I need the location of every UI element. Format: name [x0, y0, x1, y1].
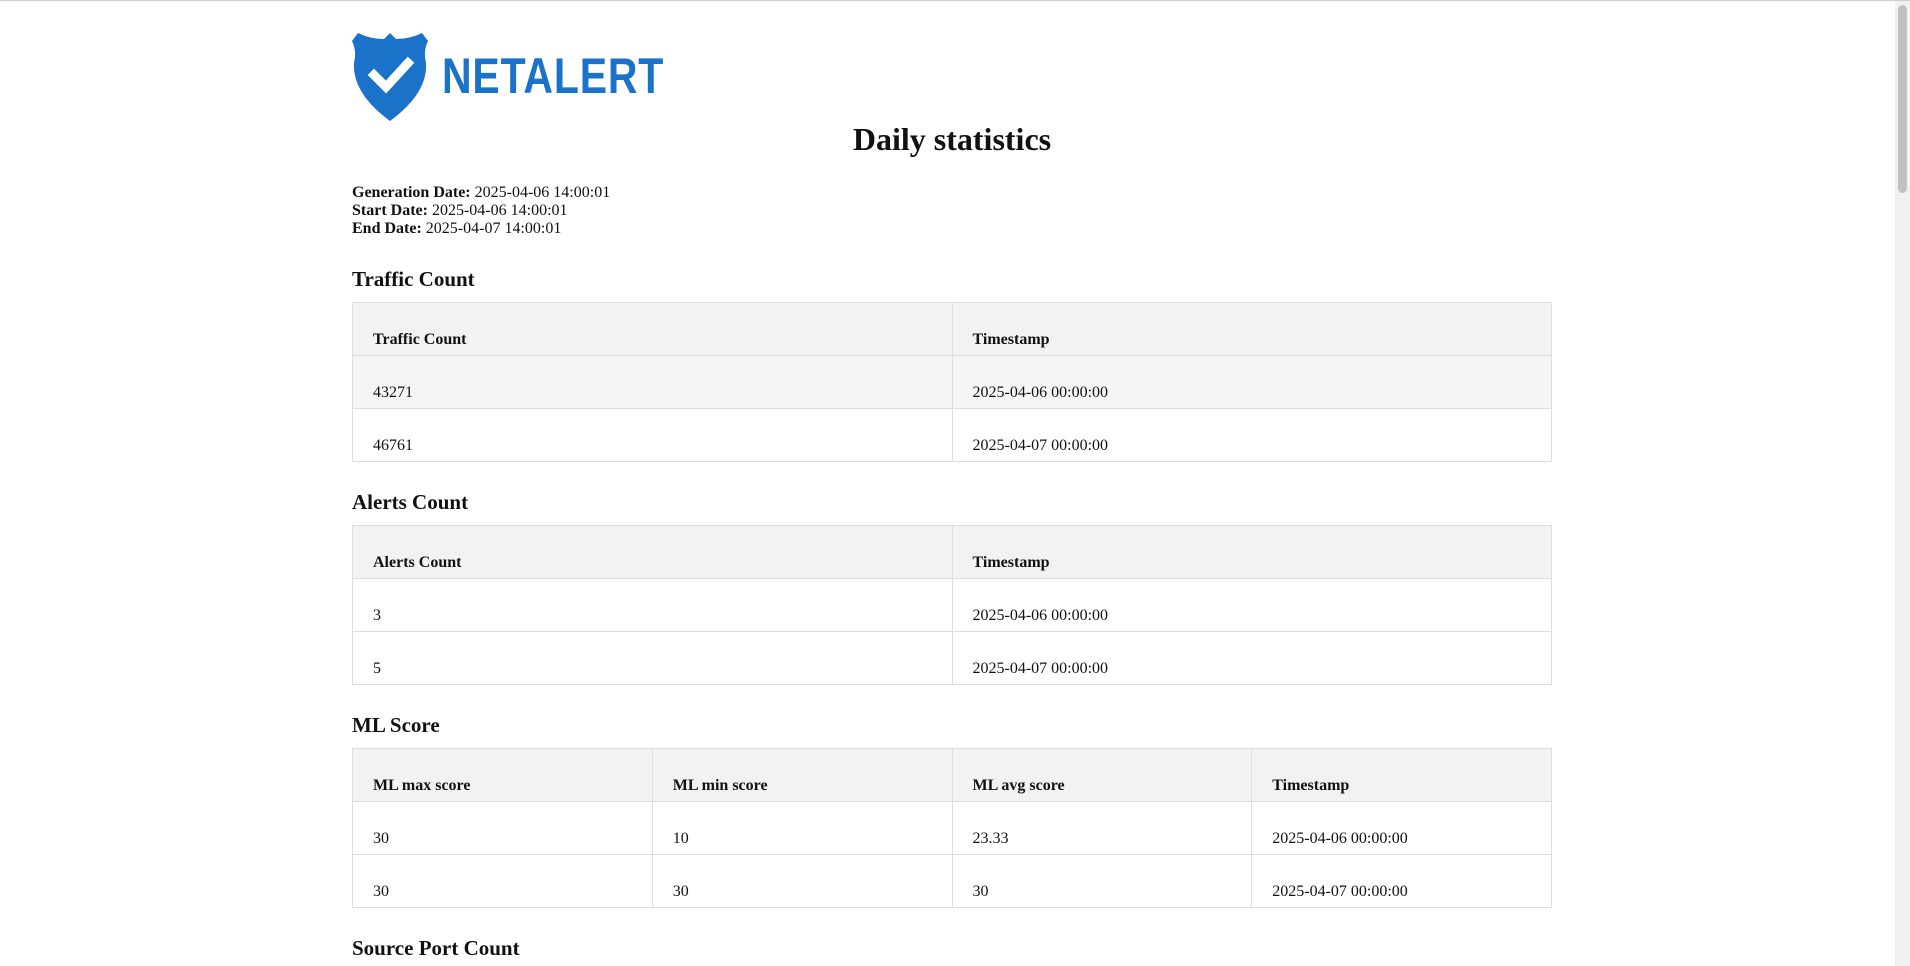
- table-cell: 30: [651, 854, 953, 908]
- table-cell: 3: [352, 578, 953, 632]
- column-header: ML max score: [352, 748, 653, 802]
- column-header: ML min score: [651, 748, 953, 802]
- report-meta: Generation Date: 2025-04-06 14:00:01 Sta…: [352, 184, 610, 238]
- table-row: 5 2025-04-07 00:00:00: [352, 631, 1552, 685]
- generation-date-line: Generation Date: 2025-04-06 14:00:01: [352, 184, 610, 202]
- start-date-value: 2025-04-06 14:00:01: [431, 202, 568, 219]
- column-header: Timestamp: [951, 525, 1552, 579]
- table-cell: 10: [651, 801, 953, 855]
- table-row: 30 30 30 2025-04-07 00:00:00: [352, 854, 1552, 908]
- column-header: Alerts Count: [352, 525, 953, 579]
- table-cell: 2025-04-07 00:00:00: [1251, 854, 1552, 908]
- start-date-label: Start Date:: [352, 202, 428, 219]
- table-cell: 2025-04-06 00:00:00: [1251, 801, 1552, 855]
- table-cell: 23.33: [951, 801, 1253, 855]
- report-page: NETALERT Daily statistics Generation Dat…: [0, 0, 1910, 966]
- generation-date-label: Generation Date:: [352, 184, 471, 201]
- traffic-count-heading: Traffic Count: [352, 267, 475, 291]
- scrollbar-thumb[interactable]: [1898, 5, 1907, 193]
- vertical-scrollbar[interactable]: [1895, 1, 1910, 966]
- table-header-row: Traffic Count Timestamp: [352, 302, 1552, 356]
- table-cell: 30: [352, 801, 653, 855]
- table-cell: 2025-04-07 00:00:00: [951, 408, 1552, 462]
- table-header-row: ML max score ML min score ML avg score T…: [352, 748, 1552, 802]
- column-header: ML avg score: [951, 748, 1253, 802]
- table-cell: 30: [352, 854, 653, 908]
- alerts-count-table: Alerts Count Timestamp 3 2025-04-06 00:0…: [352, 525, 1552, 685]
- end-date-value: 2025-04-07 14:00:01: [425, 220, 562, 237]
- ml-score-heading: ML Score: [352, 713, 440, 737]
- table-cell: 2025-04-06 00:00:00: [951, 578, 1552, 632]
- table-header-row: Alerts Count Timestamp: [352, 525, 1552, 579]
- shield-check-icon: [352, 33, 428, 121]
- source-port-count-heading: Source Port Count: [352, 936, 520, 960]
- end-date-label: End Date:: [352, 220, 422, 237]
- end-date-line: End Date: 2025-04-07 14:00:01: [352, 220, 610, 238]
- table-cell: 2025-04-07 00:00:00: [951, 631, 1552, 685]
- logo-text: NETALERT: [442, 48, 665, 104]
- table-cell: 30: [951, 854, 1253, 908]
- table-row: 3 2025-04-06 00:00:00: [352, 578, 1552, 632]
- table-row: 30 10 23.33 2025-04-06 00:00:00: [352, 801, 1552, 855]
- traffic-count-table: Traffic Count Timestamp 43271 2025-04-06…: [352, 302, 1552, 462]
- table-cell: 46761: [352, 408, 953, 462]
- table-cell: 2025-04-06 00:00:00: [951, 355, 1552, 409]
- table-cell: 5: [352, 631, 953, 685]
- table-cell: 43271: [352, 355, 953, 409]
- alerts-count-heading: Alerts Count: [352, 490, 469, 514]
- start-date-line: Start Date: 2025-04-06 14:00:01: [352, 202, 610, 220]
- column-header: Timestamp: [951, 302, 1552, 356]
- netalert-logo: NETALERT: [352, 31, 713, 121]
- ml-score-table: ML max score ML min score ML avg score T…: [352, 748, 1552, 908]
- column-header: Timestamp: [1251, 748, 1552, 802]
- table-row: 43271 2025-04-06 00:00:00: [352, 355, 1552, 409]
- column-header: Traffic Count: [352, 302, 953, 356]
- generation-date-value: 2025-04-06 14:00:01: [474, 184, 611, 201]
- page-title: Daily statistics: [852, 121, 1052, 157]
- table-row: 46761 2025-04-07 00:00:00: [352, 408, 1552, 462]
